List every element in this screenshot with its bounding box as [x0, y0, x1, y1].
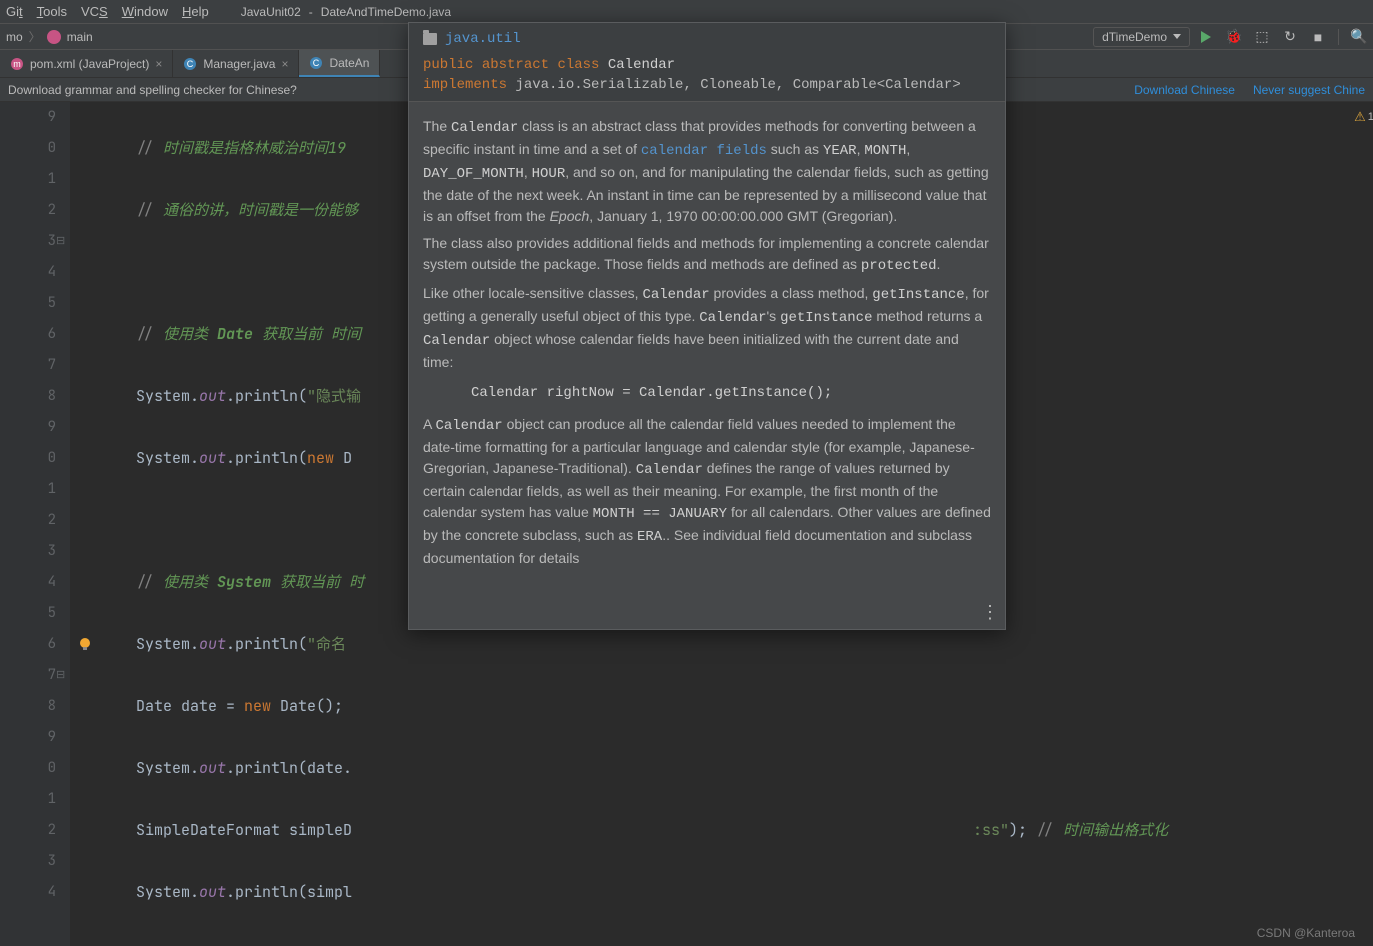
run-button[interactable]: [1198, 29, 1214, 45]
never-suggest-link[interactable]: Never suggest Chine: [1253, 83, 1365, 97]
title-project: JavaUnit02: [241, 5, 301, 19]
close-icon[interactable]: ×: [155, 57, 162, 71]
coverage-button[interactable]: ⬚: [1254, 29, 1270, 45]
svg-text:m: m: [13, 59, 21, 69]
warning-count: 1: [1368, 111, 1373, 123]
svg-text:C: C: [187, 59, 194, 69]
folder-icon: [423, 33, 437, 45]
tab-pom[interactable]: m pom.xml (JavaProject) ×: [0, 50, 173, 77]
debug-button[interactable]: 🐞: [1226, 29, 1242, 45]
doc-link[interactable]: calendar fields: [641, 143, 767, 159]
main-menu-bar: Git Tools VCS Window Help JavaUnit02 - D…: [0, 0, 1373, 24]
menu-git[interactable]: Git: [6, 4, 23, 19]
menu-tools[interactable]: Tools: [37, 4, 67, 19]
title-breadcrumb: JavaUnit02 - DateAndTimeDemo.java: [223, 5, 1367, 19]
run-config-selector[interactable]: dTimeDemo: [1093, 27, 1190, 47]
run-config-name: dTimeDemo: [1102, 30, 1167, 44]
menu-window[interactable]: Window: [122, 4, 168, 19]
doc-code-example: Calendar rightNow = Calendar.getInstance…: [471, 383, 991, 404]
close-icon[interactable]: ×: [281, 57, 288, 71]
branch-name: main: [67, 30, 93, 44]
warning-icon: ⚠: [1354, 109, 1366, 125]
search-everywhere-button[interactable]: 🔍: [1351, 29, 1367, 45]
chevron-down-icon: [1173, 34, 1181, 39]
play-icon: [1201, 31, 1211, 43]
class-file-icon: C: [309, 56, 323, 70]
maven-file-icon: m: [10, 57, 24, 71]
watermark: CSDN @Kanteroa: [1257, 926, 1355, 940]
title-file: DateAndTimeDemo.java: [321, 5, 451, 19]
chevron-right-icon: 〉: [29, 28, 41, 45]
doc-package-link[interactable]: java.util: [445, 31, 521, 47]
separator: [1338, 29, 1339, 45]
doc-body[interactable]: The Calendar class is an abstract class …: [409, 102, 1005, 629]
menu-vcs[interactable]: VCS: [81, 4, 108, 19]
tab-dateandtime[interactable]: C DateAn: [299, 50, 380, 77]
banner-message: Download grammar and spelling checker fo…: [8, 83, 297, 97]
menu-help[interactable]: Help: [182, 4, 209, 19]
download-chinese-link[interactable]: Download Chinese: [1134, 83, 1235, 97]
profiler-button[interactable]: ↻: [1282, 29, 1298, 45]
breadcrumb-module[interactable]: mo: [6, 30, 23, 44]
doc-more-icon[interactable]: ⋮: [981, 602, 999, 623]
documentation-popup[interactable]: java.util public abstract class Calendar…: [408, 22, 1006, 630]
class-file-icon: C: [183, 57, 197, 71]
svg-text:C: C: [313, 58, 320, 68]
stop-button[interactable]: ■: [1310, 29, 1326, 45]
tab-label: DateAn: [329, 56, 369, 70]
fold-icon[interactable]: ⊟: [56, 660, 65, 691]
tab-manager[interactable]: C Manager.java ×: [173, 50, 299, 77]
doc-signature: public abstract class Calendar implement…: [423, 55, 991, 95]
fold-icon[interactable]: ⊟: [56, 226, 65, 257]
tab-label: Manager.java: [203, 57, 275, 71]
tab-label: pom.xml (JavaProject): [30, 57, 149, 71]
git-branch[interactable]: main: [47, 30, 93, 44]
line-number-gutter: 901 234 567 890 123 456 789 012 34 ⊟ ⊟: [0, 102, 70, 946]
branch-dot-icon: [47, 30, 61, 44]
doc-header: java.util public abstract class Calendar…: [409, 23, 1005, 102]
inspection-indicator[interactable]: ⚠ 1: [1355, 102, 1373, 132]
